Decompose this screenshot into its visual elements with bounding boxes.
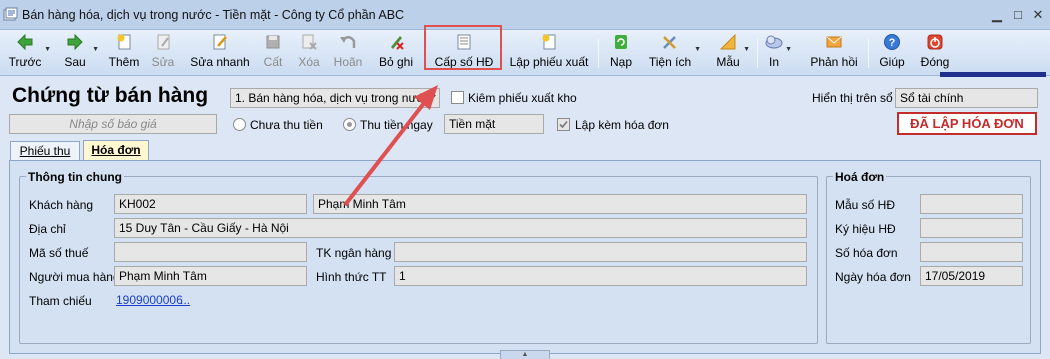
maximize-icon[interactable]: □: [1011, 8, 1025, 21]
feedback-button[interactable]: Phản hồi: [810, 33, 858, 73]
toolbar-separator: [868, 38, 869, 68]
combined-issue-slip-label: Kiêm phiếu xuất kho: [468, 91, 577, 105]
power-icon: [927, 34, 943, 50]
app-icon: [3, 7, 18, 21]
quote-number-input[interactable]: Nhập số báo giá: [9, 114, 217, 134]
page-title: Chứng từ bán hàng: [12, 84, 209, 107]
address-label: Địa chỉ: [29, 222, 66, 236]
invoice-date-input[interactable]: 17/05/2019: [920, 266, 1023, 286]
reference-more-link[interactable]: ...: [180, 293, 190, 307]
edit-button[interactable]: Sửa: [150, 33, 176, 73]
envelope-icon: [826, 36, 842, 48]
undo-icon: [340, 36, 356, 48]
tax-code-input[interactable]: [114, 242, 307, 262]
symbol-input[interactable]: [920, 218, 1023, 238]
tab-receipt[interactable]: Phiếu thu: [10, 141, 80, 161]
chevron-down-icon[interactable]: ▼: [785, 46, 792, 53]
unpaid-radio[interactable]: [233, 118, 246, 131]
unpost-icon: [391, 36, 404, 50]
quick-edit-button[interactable]: Sửa nhanh: [190, 33, 250, 73]
transaction-type-select[interactable]: 1. Bán hàng hóa, dịch vụ trong nước: [230, 88, 440, 108]
print-button[interactable]: In ▼: [765, 33, 792, 73]
window-title: Bán hàng hóa, dịch vụ trong nước - Tiền …: [22, 8, 405, 22]
minimize-icon[interactable]: ▁: [990, 8, 1004, 21]
utilities-button[interactable]: Tiện ích ▼: [648, 33, 701, 73]
customer-name-input[interactable]: Phạm Minh Tâm: [313, 194, 807, 214]
payment-form-input[interactable]: 1: [394, 266, 807, 286]
highlight-box: [424, 25, 502, 70]
status-badge: ĐÃ LẬP HÓA ĐƠN: [897, 112, 1037, 135]
title-bar: Bán hàng hóa, dịch vụ trong nước - Tiền …: [0, 0, 1050, 30]
checkmark-icon: [559, 120, 568, 129]
chevron-down-icon[interactable]: ▼: [92, 46, 99, 53]
toolbar-separator: [598, 38, 599, 68]
undo-button[interactable]: Hoãn: [332, 33, 364, 73]
reference-link[interactable]: 1909000006: [116, 293, 183, 307]
delete-button[interactable]: Xóa: [296, 33, 322, 73]
customer-code-input[interactable]: KH002: [114, 194, 307, 214]
printer-icon: [765, 35, 783, 49]
tools-icon: [663, 36, 676, 49]
toolbar: Trước ▼ Sau ▼ Thêm Sửa Sửa nhanh Cất Xóa…: [0, 30, 1050, 76]
close-window-icon[interactable]: ✕: [1031, 8, 1045, 21]
paid-now-radio[interactable]: [343, 118, 356, 131]
create-issue-slip-button[interactable]: Lập phiếu xuất: [509, 33, 589, 73]
chevron-down-icon[interactable]: ▼: [743, 46, 750, 53]
display-on-books-select[interactable]: Sổ tài chính: [895, 88, 1038, 108]
add-button[interactable]: Thêm: [107, 33, 141, 73]
arrow-right-icon: [67, 33, 83, 51]
help-icon: ?: [884, 34, 900, 50]
template-no-label: Mẫu số HĐ: [835, 198, 896, 212]
tax-code-label: Mã số thuế: [29, 246, 89, 260]
floppy-disk-icon: [266, 35, 280, 49]
toolbar-separator: [757, 38, 758, 68]
load-button[interactable]: Nạp: [609, 33, 633, 73]
help-button[interactable]: ? Giúp: [878, 33, 906, 73]
with-invoice-checkbox[interactable]: [557, 118, 570, 131]
pencil-document-icon: [213, 34, 227, 50]
chevron-down-icon[interactable]: ▼: [44, 46, 51, 53]
edit-document-icon: [157, 34, 170, 50]
arrow-left-icon: [17, 33, 33, 51]
unpaid-label: Chưa thu tiền: [250, 118, 323, 132]
invoice-no-input[interactable]: [920, 242, 1023, 262]
save-button[interactable]: Cất: [262, 33, 284, 73]
delete-document-icon: [302, 34, 317, 50]
unpost-button[interactable]: Bỏ ghi: [377, 33, 415, 73]
reference-label: Tham chiếu: [29, 294, 92, 308]
prev-button[interactable]: Trước ▼: [8, 33, 51, 73]
combined-issue-slip-checkbox[interactable]: [451, 91, 464, 104]
bank-account-input[interactable]: [394, 242, 807, 262]
next-button[interactable]: Sau ▼: [60, 33, 99, 73]
refresh-icon: [615, 35, 627, 49]
accent-bar: [940, 72, 1046, 77]
close-button[interactable]: Đóng: [918, 33, 952, 73]
address-input[interactable]: 15 Duy Tân - Cầu Giấy - Hà Nội: [114, 218, 807, 238]
invoice-group-title: Hoá đơn: [833, 170, 887, 184]
collapse-handle[interactable]: ▲: [500, 350, 550, 359]
with-invoice-label: Lập kèm hóa đơn: [575, 118, 669, 132]
svg-text:?: ?: [889, 37, 896, 49]
chevron-down-icon[interactable]: [428, 95, 436, 100]
buyer-label: Người mua hàng: [29, 270, 120, 284]
new-document-icon: [117, 34, 131, 50]
customer-label: Khách hàng: [29, 198, 94, 212]
payment-form-label: Hình thức TT: [316, 270, 387, 284]
template-button[interactable]: Mẫu ▼: [715, 33, 750, 73]
symbol-label: Ký hiệu HĐ: [835, 222, 896, 236]
invoice-date-label: Ngày hóa đơn: [835, 270, 911, 284]
paid-now-label: Thu tiền ngay: [360, 118, 433, 132]
template-no-input[interactable]: [920, 194, 1023, 214]
invoice-no-label: Số hóa đơn: [835, 246, 898, 260]
general-info-title: Thông tin chung: [26, 170, 124, 184]
ruler-icon: [719, 33, 736, 50]
display-on-books-label: Hiển thị trên sổ: [812, 91, 893, 105]
buyer-input[interactable]: Phạm Minh Tâm: [114, 266, 307, 286]
bank-account-label: TK ngân hàng: [316, 246, 392, 260]
tab-invoice[interactable]: Hóa đơn: [83, 140, 149, 161]
new-slip-icon: [542, 34, 556, 50]
chevron-down-icon[interactable]: ▼: [694, 46, 701, 53]
payment-method-select[interactable]: Tiền mặt: [444, 114, 544, 134]
